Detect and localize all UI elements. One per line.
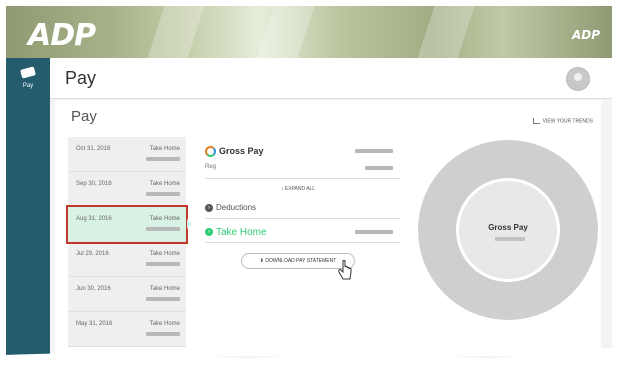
list-item[interactable]: Sep 30, 2016 Take Home [68, 172, 186, 207]
pie-icon [205, 146, 216, 158]
list-item-selected[interactable]: Aug 31, 2016 Take Home [66, 205, 192, 244]
page-title: Pay [65, 68, 97, 88]
list-item[interactable]: May 31, 2016 Take Home [68, 312, 186, 347]
page: ADP ADP Pay Pay Pay VIEW YOUR TRENDS Oct… [0, 0, 621, 371]
list-item[interactable]: Jul 29, 2016 Take Home [68, 242, 186, 277]
pay-statement-list: Oct 31, 2016 Take Home Sep 30, 2016 Take H… [66, 137, 192, 347]
sidebar-item-pay[interactable]: Pay [6, 64, 50, 96]
chevron-icon: › [205, 203, 213, 212]
expand-all-link[interactable]: ↓ EXPAND ALL [281, 186, 315, 192]
avatar[interactable] [566, 67, 590, 91]
pay-panel: Pay VIEW YOUR TRENDS Oct 31, 2016 Take Ho… [55, 100, 601, 356]
take-home-row[interactable]: › Take Home [205, 227, 267, 238]
adp-logo-small: ADP [571, 28, 600, 42]
redacted-amount [355, 149, 393, 153]
redacted-amount [365, 166, 393, 170]
money-icon [20, 66, 36, 79]
chart-icon [532, 118, 540, 124]
top-banner: ADP ADP [6, 6, 612, 58]
deductions-row[interactable]: › Deductions [205, 203, 256, 212]
hand-cursor-icon [338, 260, 352, 280]
redacted-amount [355, 230, 393, 234]
list-item[interactable]: Oct 31, 2016 Take Home [68, 137, 186, 172]
sidebar: Pay [6, 58, 50, 359]
gross-pay-donut: Gross Pay [418, 140, 598, 320]
sidebar-item-label: Pay [22, 83, 34, 89]
view-trends-link[interactable]: VIEW YOUR TRENDS [532, 118, 593, 124]
list-item[interactable]: Jun 30, 2016 Take Home [68, 277, 186, 312]
chevron-icon: › [205, 228, 213, 237]
adp-logo[interactable]: ADP [28, 18, 96, 53]
section-title: Pay [71, 108, 97, 125]
gross-pay-row: Gross Pay [205, 146, 264, 158]
donut-label: Gross Pay [488, 223, 528, 232]
page-header: Pay [50, 58, 612, 99]
reg-label: Reg [205, 164, 217, 170]
